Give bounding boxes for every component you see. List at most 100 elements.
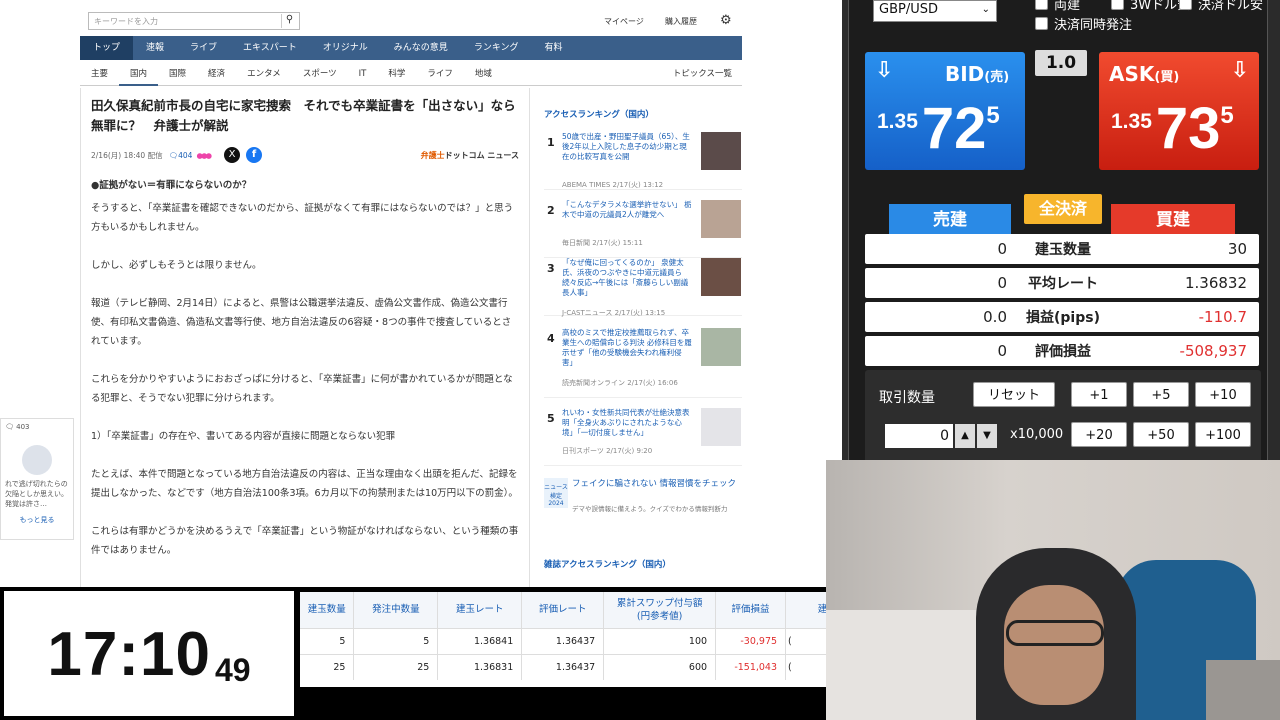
cat-economy[interactable]: 経済 xyxy=(197,62,236,86)
cat-domestic[interactable]: 国内 xyxy=(119,62,159,86)
lot-size: 1.0 xyxy=(1035,50,1087,76)
purchase-history-link[interactable]: 購入履歴 xyxy=(665,16,697,27)
nav-breaking[interactable]: 速報 xyxy=(133,36,177,60)
table-row[interactable]: 5 5 1.36841 1.36437 100 -30,975 ( xyxy=(300,627,833,654)
rank-source: 毎日新聞 2/17(火) 15:11 xyxy=(562,239,643,247)
nav-top[interactable]: トップ xyxy=(80,36,134,60)
cat-international[interactable]: 国際 xyxy=(158,62,197,86)
col-swap[interactable]: 累計スワップ付与額 (円参考値) xyxy=(603,592,717,628)
cat-it[interactable]: IT xyxy=(348,62,378,86)
ranking-item[interactable]: 1 50歳で出産・野田聖子議員（65）、生後2年以上入院した息子の幼少期と現在の… xyxy=(544,132,742,190)
col-eval-pl[interactable]: 評価損益 xyxy=(715,592,787,628)
rank-thumbnail[interactable] xyxy=(701,200,741,238)
topics-list-link[interactable]: トピックス一覧 xyxy=(662,62,742,86)
gear-icon[interactable]: ⚙ xyxy=(720,13,732,28)
rank-title[interactable]: 50歳で出産・野田聖子議員（65）、生後2年以上入院した息子の幼少期と現在の比較… xyxy=(562,132,692,162)
rank-number: 3 xyxy=(547,262,555,275)
article-paragraph: 報道（テレビ静岡、2月14日）によると、県警は公職選挙法違反、虚偽公文書作成、偽… xyxy=(91,298,512,347)
col-eval-rate[interactable]: 評価レート xyxy=(521,592,605,628)
ranking-item[interactable]: 5 れいわ・女性新共同代表が壮絶決意表明「全身火あぶりにされたような心境」「一切… xyxy=(544,408,742,466)
cat-sports[interactable]: スポーツ xyxy=(292,62,348,86)
mypage-link[interactable]: マイページ xyxy=(604,16,644,27)
rank-title[interactable]: れいわ・女性新共同代表が壮絶決意表明「全身火あぶりにされたような心境」「一切付度… xyxy=(562,408,692,438)
cell: 100 xyxy=(603,627,717,654)
rank-thumbnail[interactable] xyxy=(701,328,741,366)
pillow xyxy=(826,610,996,720)
see-more-link[interactable]: もっと見る xyxy=(5,515,69,525)
cat-main[interactable]: 主要 xyxy=(80,62,119,86)
nav-opinions[interactable]: みんなの意見 xyxy=(381,36,461,60)
comment-snippet: れで逃げ切れたらの欠陥としか思えい。発覚は許さ… xyxy=(5,480,68,508)
summary-row-pips: 0.0 損益(pips) -110.7 xyxy=(865,302,1259,332)
clock-hours-minutes: 17:10 xyxy=(47,620,211,689)
chevron-down-icon: ⌄ xyxy=(981,4,990,15)
nav-paid[interactable]: 有料 xyxy=(532,36,576,60)
comment-count[interactable]: 🗨404 xyxy=(169,151,193,160)
table-row[interactable]: 25 25 1.36831 1.36437 600 -151,043 ( xyxy=(300,653,833,680)
search-input[interactable]: キーワードを入力 ⚲ xyxy=(88,12,300,30)
cat-local[interactable]: 地域 xyxy=(464,62,503,86)
plus-100-button[interactable]: +100 xyxy=(1195,422,1251,447)
article-paragraph: 1）「卒業証書」の存在や、書いてある内容が直接に問題とならない犯罪 xyxy=(91,431,396,442)
nav-original[interactable]: オリジナル xyxy=(310,36,381,60)
cat-science[interactable]: 科学 xyxy=(377,62,416,86)
nav-live[interactable]: ライブ xyxy=(177,36,230,60)
cell: 5 xyxy=(353,627,439,654)
summary-row-eval-pl: 0 評価損益 -508,937 xyxy=(865,336,1259,366)
quantity-down-icon[interactable]: ▼ xyxy=(977,424,997,448)
col-pending-qty[interactable]: 発注中数量 xyxy=(353,592,439,628)
avatar xyxy=(22,445,52,475)
clock-widget: 17:10 49 xyxy=(0,587,298,720)
rank-number: 5 xyxy=(547,412,555,425)
main-nav: トップ 速報 ライブ エキスパート オリジナル みんなの意見 ランキング 有料 xyxy=(80,36,742,60)
rank-thumbnail[interactable] xyxy=(701,408,741,446)
hedge-checkbox[interactable]: 両建 xyxy=(1035,0,1080,13)
search-icon[interactable]: ⚲ xyxy=(281,14,297,28)
x-share-icon[interactable]: X xyxy=(224,147,241,163)
arrow-down-icon: ⇩ xyxy=(1230,58,1249,83)
ranking-item[interactable]: 4 高校のミスで推定校推薦取られず、卒業生への賠償命じる判決 必修科目を履示せず… xyxy=(544,328,742,398)
col-position-qty[interactable]: 建玉数量 xyxy=(300,592,355,628)
rank-title[interactable]: 「なぜ俺に回ってくるのか」 泉健太氏、浜夜のつぶやきに中道元議員ら続々反応→午後… xyxy=(562,258,692,298)
plus-20-button[interactable]: +20 xyxy=(1071,422,1127,447)
plus-1-button[interactable]: +1 xyxy=(1071,382,1127,407)
simultaneous-close-checkbox[interactable]: 決済同時発注 xyxy=(1035,14,1132,33)
bid-price: 1.35 72 5 xyxy=(877,96,1000,161)
ask-button[interactable]: ASK(買) ⇩ 1.35 73 5 xyxy=(1099,52,1259,170)
col-position-rate[interactable]: 建玉レート xyxy=(437,592,523,628)
glasses xyxy=(1006,620,1104,646)
reset-button[interactable]: リセット xyxy=(973,382,1055,407)
webcam-feed xyxy=(826,460,1280,720)
currency-pair-select[interactable]: GBP/USD ⌄ xyxy=(873,0,997,22)
close-dollar-checkbox[interactable]: 決済ドル安 xyxy=(1179,0,1263,13)
plus-50-button[interactable]: +50 xyxy=(1133,422,1189,447)
cat-entertainment[interactable]: エンタメ xyxy=(236,62,292,86)
facebook-share-icon[interactable]: f xyxy=(246,147,263,163)
buy-positions-tab[interactable]: 買建 xyxy=(1111,204,1235,234)
rank-title[interactable]: 「こんなデタラメな選挙許せない」 栃木で中道の元議員2人が離党へ xyxy=(562,200,692,220)
cat-life[interactable]: ライフ xyxy=(416,62,464,86)
cell: 5 xyxy=(300,627,355,654)
plus-10-button[interactable]: +10 xyxy=(1195,382,1251,407)
sell-positions-tab[interactable]: 売建 xyxy=(889,204,1011,234)
trade-quantity-label: 取引数量 xyxy=(879,390,935,406)
fake-news-title[interactable]: フェイクに騙されない 情報習慣をチェック xyxy=(572,478,742,490)
fake-news-banner[interactable]: ニュース検定 2024 フェイクに騙されない 情報習慣をチェック デマや誤情報に… xyxy=(544,478,742,522)
search-placeholder: キーワードを入力 xyxy=(94,17,158,26)
rank-thumbnail[interactable] xyxy=(701,258,741,296)
rank-title[interactable]: 高校のミスで推定校推薦取られず、卒業生への賠償命じる判決 必修科目を履示せず「他… xyxy=(562,328,692,368)
quantity-input[interactable]: 0 xyxy=(885,424,953,448)
quantity-up-icon[interactable]: ▲ xyxy=(955,424,975,448)
nav-ranking[interactable]: ランキング xyxy=(461,36,532,60)
article-paragraph: たとえば、本件で問題となっている地方自治法違反の内容は、正当な理由なく出頭を拒ん… xyxy=(91,469,518,499)
ranking-item[interactable]: 2 「こんなデタラメな選挙許せない」 栃木で中道の元議員2人が離党へ 毎日新聞 … xyxy=(544,200,742,258)
bid-button[interactable]: ⇩ BID(売) 1.35 72 5 xyxy=(865,52,1025,170)
ranking-item[interactable]: 3 「なぜ俺に回ってくるのか」 泉健太氏、浜夜のつぶやきに中道元議員ら続々反応→… xyxy=(544,258,742,317)
plus-5-button[interactable]: +5 xyxy=(1133,382,1189,407)
close-all-button[interactable]: 全決済 xyxy=(1024,194,1102,224)
nav-expert[interactable]: エキスパート xyxy=(230,36,310,60)
article-source[interactable]: 弁護士ドットコム ニュース xyxy=(421,150,519,161)
article-meta: 2/16(月) 18:40 配信 🗨404 ●●● X f 弁護士ドットコム ニ… xyxy=(91,146,519,164)
rank-thumbnail[interactable] xyxy=(701,132,741,170)
comment-float[interactable]: 🗨 403 れで逃げ切れたらの欠陥としか思えい。発覚は許さ… もっと見る xyxy=(0,418,74,540)
